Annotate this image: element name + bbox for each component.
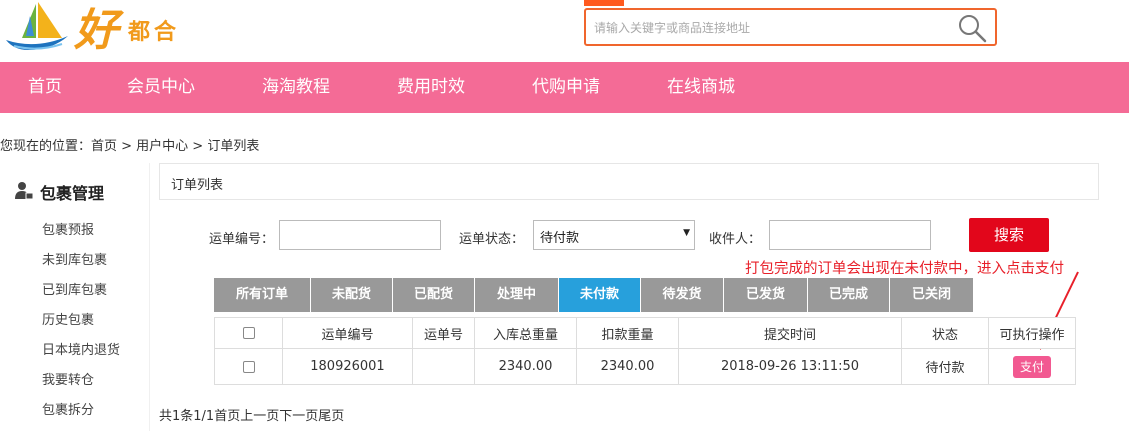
row-select-cell	[214, 348, 283, 385]
search-input[interactable]	[594, 17, 944, 39]
order-no-label: 运单编号：	[209, 232, 275, 247]
cell-charge-weight: 2340.00	[576, 348, 679, 385]
annotation-text: 打包完成的订单会出现在未付款中，进入点击支付	[745, 261, 1064, 277]
sidebar-item-history[interactable]: 历史包裹	[42, 309, 94, 328]
search-tag	[584, 0, 624, 6]
panel-title: 订单列表	[171, 178, 224, 193]
tab-processing[interactable]: 处理中	[475, 278, 559, 312]
col-order-no: 运单编号	[282, 317, 413, 349]
sidebar-item-not-arrived[interactable]: 未到库包裹	[42, 249, 107, 268]
search-icon[interactable]	[957, 13, 987, 43]
nav-item-fees[interactable]: 费用时效	[397, 62, 465, 113]
cell-waybill	[412, 348, 475, 385]
nav-item-home[interactable]: 首页	[28, 62, 62, 113]
pay-button[interactable]: 支付	[1013, 355, 1051, 378]
header: 好 都合	[0, 0, 1129, 62]
tab-allocated[interactable]: 已配货	[393, 278, 475, 312]
tab-pending-ship[interactable]: 待发货	[641, 278, 724, 312]
select-all-cell	[214, 317, 283, 349]
logo[interactable]: 好 都合	[0, 0, 200, 56]
status-select-value: 待付款	[540, 231, 580, 246]
breadcrumb: 您现在的位置：首页 > 用户中心 > 订单列表	[0, 139, 260, 154]
pager-last[interactable]: 尾页	[318, 409, 344, 424]
sidebar-item-transfer[interactable]: 我要转仓	[42, 369, 94, 388]
pager-prev[interactable]: 上一页	[240, 409, 279, 424]
tab-unpaid[interactable]: 未付款	[559, 278, 641, 312]
col-actions: 可执行操作	[988, 317, 1076, 349]
row-checkbox[interactable]	[242, 360, 255, 373]
pager-summary: 共1条1/1	[159, 409, 215, 424]
col-submit-time: 提交时间	[678, 317, 902, 349]
nav-item-member-center[interactable]: 会员中心	[127, 62, 195, 113]
order-no-input[interactable]	[279, 220, 441, 250]
pager-first[interactable]: 首页	[214, 409, 240, 424]
cell-status: 待付款	[901, 348, 989, 385]
sidebar-item-split[interactable]: 包裹拆分	[42, 399, 94, 418]
search-button[interactable]: 搜索	[969, 218, 1049, 252]
nav-item-online-mall[interactable]: 在线商城	[667, 62, 735, 113]
tab-closed[interactable]: 已关闭	[890, 278, 974, 312]
sidebar-item-japan-return[interactable]: 日本境内退货	[42, 339, 120, 358]
col-status: 状态	[901, 317, 989, 349]
select-all-checkbox[interactable]	[242, 327, 255, 339]
table-row: 180926001 2340.00 2340.00 2018-09-26 13:…	[214, 348, 1076, 385]
order-status-tabs: 所有订单 未配货 已配货 处理中 未付款 待发货 已发货 已完成 已关闭	[214, 278, 974, 312]
tab-shipped[interactable]: 已发货	[724, 278, 808, 312]
cell-in-weight: 2340.00	[474, 348, 577, 385]
main-nav: 首页 会员中心 海淘教程 费用时效 代购申请 在线商城	[0, 62, 1129, 113]
sidebar-item-forecast[interactable]: 包裹预报	[42, 219, 94, 238]
logo-text-big: 好	[74, 5, 118, 56]
nav-item-purchase-request[interactable]: 代购申请	[532, 62, 600, 113]
nav-item-tutorial[interactable]: 海淘教程	[262, 62, 330, 113]
pager-next[interactable]: 下一页	[279, 409, 318, 424]
logo-text-small: 都合	[128, 19, 181, 45]
recipient-input[interactable]	[769, 220, 931, 250]
recipient-label: 收件人：	[709, 232, 762, 247]
col-in-weight: 入库总重量	[474, 317, 577, 349]
tab-not-allocated[interactable]: 未配货	[311, 278, 393, 312]
tab-completed[interactable]: 已完成	[808, 278, 890, 312]
status-select[interactable]: 待付款 ▼	[533, 220, 695, 250]
order-table: 运单编号 运单号 入库总重量 扣款重量 提交时间 状态 可执行操作 180926…	[214, 317, 1076, 385]
status-label: 运单状态：	[459, 232, 525, 247]
user-package-icon	[15, 182, 34, 200]
col-charge-weight: 扣款重量	[576, 317, 679, 349]
cell-submit-time: 2018-09-26 13:11:50	[678, 348, 902, 385]
cell-order-no[interactable]: 180926001	[282, 348, 413, 385]
cell-actions: 支付	[988, 348, 1076, 385]
pagination: 共1条1/1首页上一页下一页尾页	[159, 405, 344, 424]
panel-header: 订单列表	[159, 163, 1099, 200]
tab-all-orders[interactable]: 所有订单	[214, 278, 311, 312]
sailboat-logo-icon	[6, 2, 68, 50]
sidebar-item-arrived[interactable]: 已到库包裹	[42, 279, 107, 298]
sidebar: 包裹管理 包裹预报 未到库包裹 已到库包裹 历史包裹 日本境内退货 我要转仓 包…	[0, 163, 150, 431]
search-box	[584, 8, 997, 46]
dropdown-arrow-icon: ▼	[683, 228, 690, 238]
table-header-row: 运单编号 运单号 入库总重量 扣款重量 提交时间 状态 可执行操作	[214, 317, 1076, 349]
col-waybill: 运单号	[412, 317, 475, 349]
